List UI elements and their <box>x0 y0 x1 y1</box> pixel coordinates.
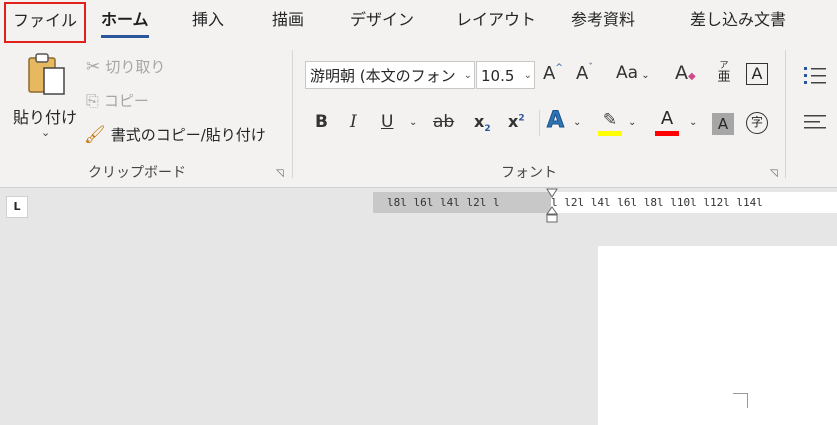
clear-formatting-button[interactable]: A◆ <box>675 62 696 84</box>
document-area: L l8l l6l l4l l2l l l l2l l4l l6l l8l l1… <box>0 188 837 425</box>
scissors-icon: ✂ <box>86 57 101 77</box>
grow-font-button[interactable]: A^ <box>543 63 563 84</box>
ruler-body[interactable]: l l2l l4l l6l l8l l10l l12l l14l <box>551 192 837 213</box>
chevron-down-icon[interactable]: ⌄ <box>524 62 532 88</box>
page-corner-mark <box>733 393 748 408</box>
subscript-icon: x <box>474 112 485 131</box>
chevron-down-icon[interactable]: ⌄ <box>464 62 472 88</box>
clipboard-launcher-icon[interactable]: ◹ <box>276 168 284 179</box>
superscript-digit: 2 <box>518 113 525 124</box>
tab-design[interactable]: デザイン <box>350 0 414 42</box>
format-painter-label: 書式のコピー/貼り付け <box>110 126 266 144</box>
font-size-value: 10.5 <box>481 67 515 85</box>
phonetic-guide-button[interactable]: ア 亜 <box>714 60 734 84</box>
superscript-button[interactable]: x2 <box>508 112 525 131</box>
change-case-button[interactable]: Aa ⌄ <box>616 63 650 83</box>
tab-mailings[interactable]: 差し込み文書 <box>690 0 786 42</box>
clipboard-group-label: クリップボード <box>88 165 186 181</box>
font-divider <box>539 110 540 136</box>
group-divider <box>785 50 786 178</box>
document-page[interactable] <box>598 246 837 425</box>
font-name-combobox[interactable]: 游明朝 (本文のフォン ⌄ <box>305 61 475 89</box>
underline-button[interactable]: U <box>381 112 393 132</box>
paste-label: 貼り付け <box>13 108 78 127</box>
highlighter-icon: ✎ <box>602 110 618 130</box>
enclose-characters-button[interactable]: 字 <box>746 112 768 134</box>
subscript-button[interactable]: x2 <box>474 112 491 134</box>
format-painter-button[interactable]: 🖌 書式のコピー/貼り付け <box>84 124 266 148</box>
shrink-font-icon: A <box>576 63 589 84</box>
chevron-down-icon[interactable]: ⌄ <box>409 117 417 128</box>
chevron-down-icon[interactable]: ⌄ <box>689 117 697 128</box>
italic-button[interactable]: I <box>350 112 357 132</box>
paste-button[interactable]: 貼り付け ⌄ <box>10 52 78 144</box>
ribbon-home: 貼り付け ⌄ ✂ 切り取り ⎘ コピー 🖌 書式のコピー/貼り付け クリップボー… <box>0 46 837 188</box>
cut-button[interactable]: ✂ 切り取り <box>86 56 165 80</box>
strikethrough-button[interactable]: ab <box>433 112 454 132</box>
font-color-button[interactable]: A <box>655 108 679 136</box>
highlight-color-button[interactable]: ✎ <box>598 110 622 136</box>
cut-label: 切り取り <box>105 58 166 76</box>
tab-references[interactable]: 参考資料 <box>571 0 635 42</box>
chevron-down-icon[interactable]: ⌄ <box>573 117 581 128</box>
ruler-margin[interactable]: l8l l6l l4l l2l l <box>373 192 551 213</box>
paintbrush-icon: 🖌 <box>84 125 106 145</box>
phonetic-guide-icon: 亜 <box>717 70 731 85</box>
align-left-icon <box>804 115 826 129</box>
copy-label: コピー <box>103 92 149 110</box>
superscript-icon: x <box>508 112 519 131</box>
copy-button[interactable]: ⎘ コピー <box>86 90 149 114</box>
highlight-color-swatch <box>598 131 622 136</box>
tab-draw[interactable]: 描画 <box>272 0 304 42</box>
ruler-right-text: l l2l l4l l6l l8l l10l l12l l14l <box>551 196 763 209</box>
tab-insert[interactable]: 挿入 <box>192 0 224 42</box>
font-color-swatch <box>655 131 679 136</box>
tab-file[interactable]: ファイル <box>4 2 87 43</box>
bold-button[interactable]: B <box>315 112 328 132</box>
subscript-digit: 2 <box>484 124 491 135</box>
chevron-down-icon[interactable]: ⌄ <box>628 117 636 128</box>
align-left-button[interactable] <box>803 112 827 134</box>
change-case-icon: Aa <box>616 63 639 83</box>
shrink-font-button[interactable]: Aˇ <box>576 63 593 84</box>
font-launcher-icon[interactable]: ◹ <box>770 168 778 179</box>
tab-layout[interactable]: レイアウト <box>456 0 536 42</box>
character-shading-icon: A <box>717 115 729 133</box>
font-size-combobox[interactable]: 10.5 ⌄ <box>476 61 535 89</box>
copy-icon: ⎘ <box>86 91 99 110</box>
ruler-left-text: l8l l6l l4l l2l l <box>387 196 500 209</box>
indent-marker-icon[interactable] <box>546 188 558 224</box>
font-name-value: 游明朝 (本文のフォン <box>310 67 456 85</box>
text-effects-button[interactable]: A <box>546 108 564 134</box>
bullets-button[interactable] <box>803 64 827 88</box>
clear-formatting-icon: A <box>675 62 688 84</box>
character-border-button[interactable]: A <box>746 63 768 85</box>
chevron-down-icon[interactable]: ⌄ <box>41 126 50 139</box>
enclose-characters-icon: 字 <box>750 115 763 129</box>
tab-selector[interactable]: L <box>6 196 28 218</box>
font-group-label: フォント <box>501 165 557 181</box>
character-shading-button[interactable]: A <box>712 113 734 135</box>
group-divider <box>292 50 293 178</box>
ribbon-tab-bar: ファイル ホーム 挿入 描画 デザイン レイアウト 参考資料 差し込み文書 <box>0 0 837 46</box>
character-border-icon: A <box>751 64 763 83</box>
tab-home[interactable]: ホーム <box>101 0 149 42</box>
bullet-list-icon <box>804 67 826 84</box>
font-color-icon: A <box>660 108 674 129</box>
grow-font-icon: A <box>543 63 556 84</box>
clipboard-icon <box>26 52 66 98</box>
